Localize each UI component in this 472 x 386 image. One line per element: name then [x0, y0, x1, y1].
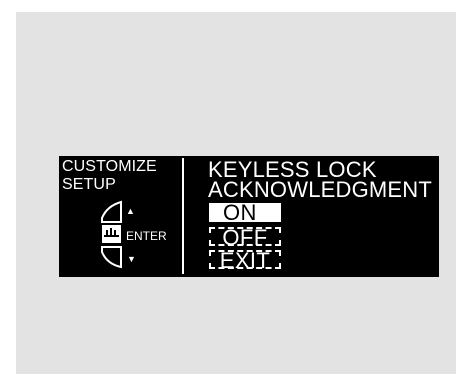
keyless-lock-acknowledgment-title: KEYLESS LOCK ACKNOWLEDGMENT	[208, 159, 433, 202]
off-option[interactable]: OFF	[209, 227, 281, 249]
setup-title-line: SETUP	[62, 176, 116, 193]
up-arrow-icon: ▲	[126, 206, 135, 216]
panel-divider	[182, 158, 184, 274]
enter-label: ENTER	[126, 229, 167, 243]
selector-control-icon	[101, 200, 122, 269]
on-option[interactable]: ON	[209, 202, 281, 224]
customize-setup-title: CUSTOMIZE SETUP	[62, 158, 157, 194]
customize-title-line: CUSTOMIZE	[62, 158, 157, 175]
background-frame: CUSTOMIZE SETUP ▲ ENTER ▼ KEYLESS LOCK A…	[16, 12, 456, 374]
exit-option[interactable]: EXIT	[209, 250, 281, 272]
customize-setup-screen: CUSTOMIZE SETUP ▲ ENTER ▼ KEYLESS LOCK A…	[59, 156, 439, 277]
acknowledgment-title-line: ACKNOWLEDGMENT	[208, 177, 433, 202]
down-arrow-icon: ▼	[127, 254, 136, 264]
